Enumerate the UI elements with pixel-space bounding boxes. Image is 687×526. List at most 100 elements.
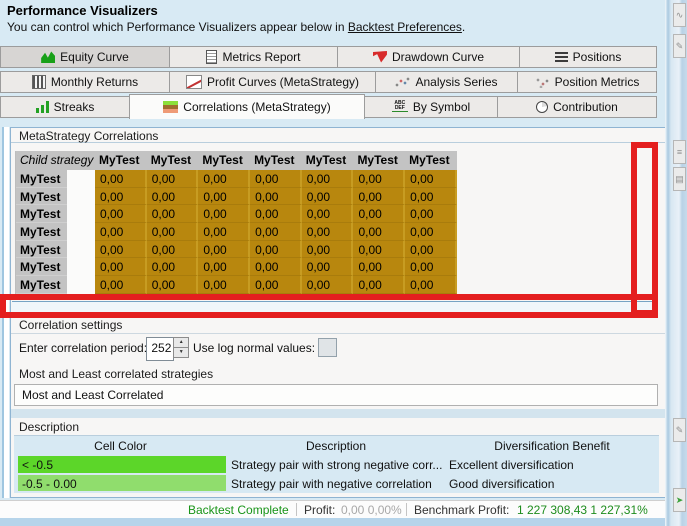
profit-label: Profit: bbox=[304, 503, 336, 517]
backtest-status: Backtest Complete bbox=[188, 503, 289, 517]
correlation-cell[interactable]: 0,00 bbox=[353, 258, 406, 277]
correlation-cell[interactable]: 0,00 bbox=[146, 205, 199, 224]
correlation-cell[interactable]: 0,00 bbox=[250, 240, 302, 259]
correlation-cell[interactable]: 0,00 bbox=[301, 240, 354, 259]
tab-contribution[interactable]: Contribution bbox=[497, 96, 657, 118]
column-header[interactable]: MyTest bbox=[250, 151, 302, 170]
tab-position-metrics[interactable]: Position Metrics bbox=[517, 71, 657, 93]
correlation-cell[interactable]: 0,00 bbox=[353, 240, 406, 259]
correlation-cell[interactable]: 0,00 bbox=[353, 170, 406, 188]
pen-tool-icon[interactable]: ✎ bbox=[673, 34, 686, 58]
correlation-cell[interactable]: 0,00 bbox=[301, 223, 354, 241]
backtest-preferences-link[interactable]: Backtest Preferences bbox=[348, 20, 462, 34]
correlation-cell[interactable]: 0,00 bbox=[250, 205, 302, 224]
correlation-cell[interactable]: 0,00 bbox=[405, 276, 457, 294]
most-least-box[interactable]: Most and Least Correlated bbox=[14, 384, 658, 406]
correlation-cell[interactable]: 0,00 bbox=[301, 205, 354, 224]
row-header[interactable]: MyTest bbox=[16, 187, 67, 206]
tab-by-symbol[interactable]: By Symbol bbox=[364, 96, 498, 118]
correlation-cell[interactable]: 0,00 bbox=[405, 240, 457, 259]
period-spinner[interactable]: 252 ▲ ▼ bbox=[146, 337, 189, 361]
correlation-cell[interactable]: 0,00 bbox=[146, 223, 199, 241]
column-header[interactable]: MyTest bbox=[198, 151, 251, 170]
tab-metrics-report[interactable]: Metrics Report bbox=[169, 46, 338, 68]
tab-correlations-metastrategy[interactable]: Correlations (MetaStrategy) bbox=[129, 94, 365, 119]
correlation-cell[interactable]: 0,00 bbox=[353, 205, 406, 224]
tab-streaks[interactable]: Streaks bbox=[0, 96, 130, 118]
row-header[interactable]: MyTest bbox=[16, 276, 67, 294]
curve-tool-icon[interactable]: ∿ bbox=[673, 3, 686, 27]
right-toolbar: ∿ ✎ ≡ ▤ ✎ ➤ bbox=[665, 0, 687, 526]
correlation-cell[interactable]: 0,00 bbox=[146, 170, 199, 188]
correlation-cell[interactable]: 0,00 bbox=[198, 258, 251, 277]
correlation-cell[interactable]: 0,00 bbox=[95, 170, 147, 188]
spacer-cell bbox=[67, 170, 95, 188]
correlation-cell[interactable]: 0,00 bbox=[95, 223, 147, 241]
metrics-report-icon bbox=[206, 50, 218, 64]
period-value-input[interactable]: 252 bbox=[146, 337, 175, 361]
row-header[interactable]: MyTest bbox=[16, 205, 67, 224]
correlation-cell[interactable]: 0,00 bbox=[250, 276, 302, 294]
correlation-cell[interactable]: 0,00 bbox=[146, 240, 199, 259]
tab-positions[interactable]: Positions bbox=[519, 46, 657, 68]
tab-label: Equity Curve bbox=[60, 50, 129, 64]
log-normal-checkbox[interactable] bbox=[318, 338, 337, 357]
tab-profit-curves-metastrategy[interactable]: Profit Curves (MetaStrategy) bbox=[169, 71, 376, 93]
correlation-cell[interactable]: 0,00 bbox=[198, 170, 251, 188]
correlation-cell[interactable]: 0,00 bbox=[198, 205, 251, 224]
row-header[interactable]: MyTest bbox=[16, 258, 67, 277]
correlation-cell[interactable]: 0,00 bbox=[146, 258, 199, 277]
row-header[interactable]: MyTest bbox=[16, 240, 67, 259]
correlation-cell[interactable]: 0,00 bbox=[405, 170, 457, 188]
correlation-cell[interactable]: 0,00 bbox=[198, 276, 251, 294]
correlation-cell[interactable]: 0,00 bbox=[301, 187, 354, 206]
correlation-cell[interactable]: 0,00 bbox=[405, 205, 457, 224]
correlation-cell[interactable]: 0,00 bbox=[250, 258, 302, 277]
tab-label: Position Metrics bbox=[554, 75, 640, 89]
log-normal-label: Use log normal values: bbox=[193, 341, 316, 355]
correlation-cell[interactable]: 0,00 bbox=[353, 187, 406, 206]
column-header[interactable]: MyTest bbox=[95, 151, 147, 170]
row-header[interactable]: MyTest bbox=[16, 223, 67, 241]
correlation-cell[interactable]: 0,00 bbox=[250, 170, 302, 188]
correlation-cell[interactable]: 0,00 bbox=[198, 187, 251, 206]
correlation-cell[interactable]: 0,00 bbox=[301, 258, 354, 277]
list-tool-icon[interactable]: ≡ bbox=[673, 140, 686, 164]
correlation-cell[interactable]: 0,00 bbox=[353, 223, 406, 241]
correlation-cell[interactable]: 0,00 bbox=[353, 276, 406, 294]
correlation-cell[interactable]: 0,00 bbox=[146, 276, 199, 294]
correlation-cell[interactable]: 0,00 bbox=[146, 187, 199, 206]
column-header[interactable]: MyTest bbox=[146, 151, 199, 170]
grid-tool-icon[interactable]: ▤ bbox=[673, 167, 686, 191]
arrow-tool-icon[interactable]: ➤ bbox=[673, 488, 686, 512]
correlation-cell[interactable]: 0,00 bbox=[405, 258, 457, 277]
correlation-cell[interactable]: 0,00 bbox=[95, 240, 147, 259]
brush-tool-icon[interactable]: ✎ bbox=[673, 418, 686, 442]
correlation-cell[interactable]: 0,00 bbox=[95, 187, 147, 206]
correlation-cell[interactable]: 0,00 bbox=[95, 205, 147, 224]
tab-monthly-returns[interactable]: Monthly Returns bbox=[0, 71, 170, 93]
correlation-cell[interactable]: 0,00 bbox=[250, 223, 302, 241]
correlation-cell[interactable]: 0,00 bbox=[198, 240, 251, 259]
correlation-cell[interactable]: 0,00 bbox=[250, 187, 302, 206]
tab-equity-curve[interactable]: Equity Curve bbox=[0, 46, 170, 68]
tab-row-3: Streaks Correlations (MetaStrategy) By Sym… bbox=[0, 94, 657, 119]
spinner-down-button[interactable]: ▼ bbox=[173, 347, 189, 358]
benchmark-profit-value: 1 227 308,43 1 227,31% bbox=[517, 503, 648, 517]
column-header[interactable]: MyTest bbox=[301, 151, 354, 170]
correlation-cell[interactable]: 0,00 bbox=[405, 187, 457, 206]
correlation-cell[interactable]: 0,00 bbox=[198, 223, 251, 241]
correlation-cell[interactable]: 0,00 bbox=[405, 223, 457, 241]
column-header[interactable]: MyTest bbox=[405, 151, 457, 170]
tab-drawdown-curve[interactable]: Drawdown Curve bbox=[337, 46, 520, 68]
correlation-cell[interactable]: 0,00 bbox=[95, 276, 147, 294]
tab-analysis-series[interactable]: Analysis Series bbox=[375, 71, 518, 93]
spinner-buttons: ▲ ▼ bbox=[173, 337, 189, 358]
correlation-cell[interactable]: 0,00 bbox=[301, 276, 354, 294]
section-title-correlation-settings: Correlation settings bbox=[11, 317, 670, 334]
row-header[interactable]: MyTest bbox=[16, 170, 67, 188]
column-header[interactable]: MyTest bbox=[353, 151, 406, 170]
correlation-cell[interactable]: 0,00 bbox=[95, 258, 147, 277]
bottom-strip bbox=[0, 518, 687, 526]
correlation-cell[interactable]: 0,00 bbox=[301, 170, 354, 188]
